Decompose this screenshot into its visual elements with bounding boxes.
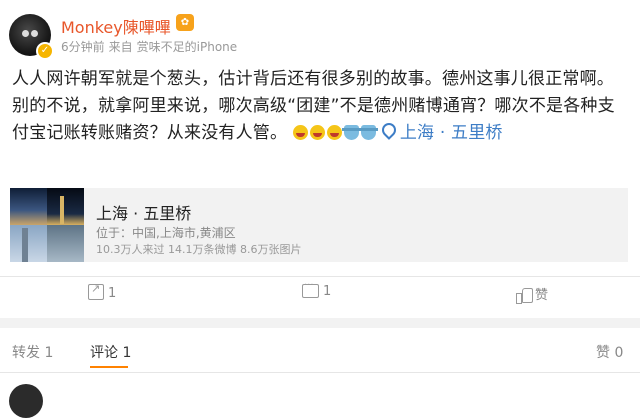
location-thumbnail (10, 188, 84, 262)
tab-reposts[interactable]: 转发 1 (12, 342, 53, 362)
divider (0, 372, 640, 373)
location-card[interactable]: 上海 · 五里桥 位于：中国,上海市,黄浦区 10.3万人来过 14.1万条微博… (10, 188, 628, 262)
location-address: 位于：中国,上海市,黄浦区 (96, 226, 236, 240)
laugh-emoji-icon (326, 125, 342, 140)
post-time: 6分钟前 (61, 40, 105, 54)
username[interactable]: Monkey陳嗶嗶 (61, 14, 171, 38)
location-stats: 10.3万人来过 14.1万条微博 8.6万张图片 (96, 243, 302, 256)
like-button[interactable]: 赞 (516, 284, 548, 310)
pot-emoji-icon (358, 125, 378, 140)
laugh-emoji-icon (309, 125, 325, 140)
verified-badge-icon: ✓ (36, 42, 54, 60)
comment-icon (302, 280, 319, 298)
comment-count: 1 (323, 284, 332, 299)
location-name: 上海 · 五里桥 (96, 204, 192, 223)
repost-icon (88, 282, 104, 300)
thumbs-up-icon (516, 287, 533, 304)
post-body: 人人网许朝军就是个葱头，估计背后还有很多别的故事。德州这事儿很正常啊。别的不说，… (12, 66, 630, 147)
section-gap (0, 318, 640, 328)
active-tab-indicator (90, 366, 128, 368)
divider (0, 276, 640, 277)
location-tag-label: 上海 · 五里桥 (399, 123, 503, 143)
commenter-avatar[interactable] (9, 384, 43, 418)
like-label: 赞 (535, 288, 549, 303)
post-source[interactable]: 赏味不足的iPhone (137, 40, 238, 54)
repost-count: 1 (108, 286, 117, 301)
post-meta: 6分钟前 来自 赏味不足的iPhone (61, 38, 241, 55)
pot-emoji-icon (341, 125, 361, 140)
laugh-emoji-icon (292, 125, 308, 140)
location-pin-icon (378, 120, 399, 140)
comment-button[interactable]: 1 (302, 280, 332, 310)
tab-likes[interactable]: 赞 0 (596, 342, 623, 362)
location-tag-link[interactable]: 上海 · 五里桥 (378, 120, 503, 143)
tab-comments[interactable]: 评论 1 (90, 342, 131, 362)
repost-button[interactable]: 1 (88, 282, 117, 310)
source-prefix: 来自 (108, 40, 133, 54)
vip-badge-icon: ✿ (176, 14, 194, 31)
